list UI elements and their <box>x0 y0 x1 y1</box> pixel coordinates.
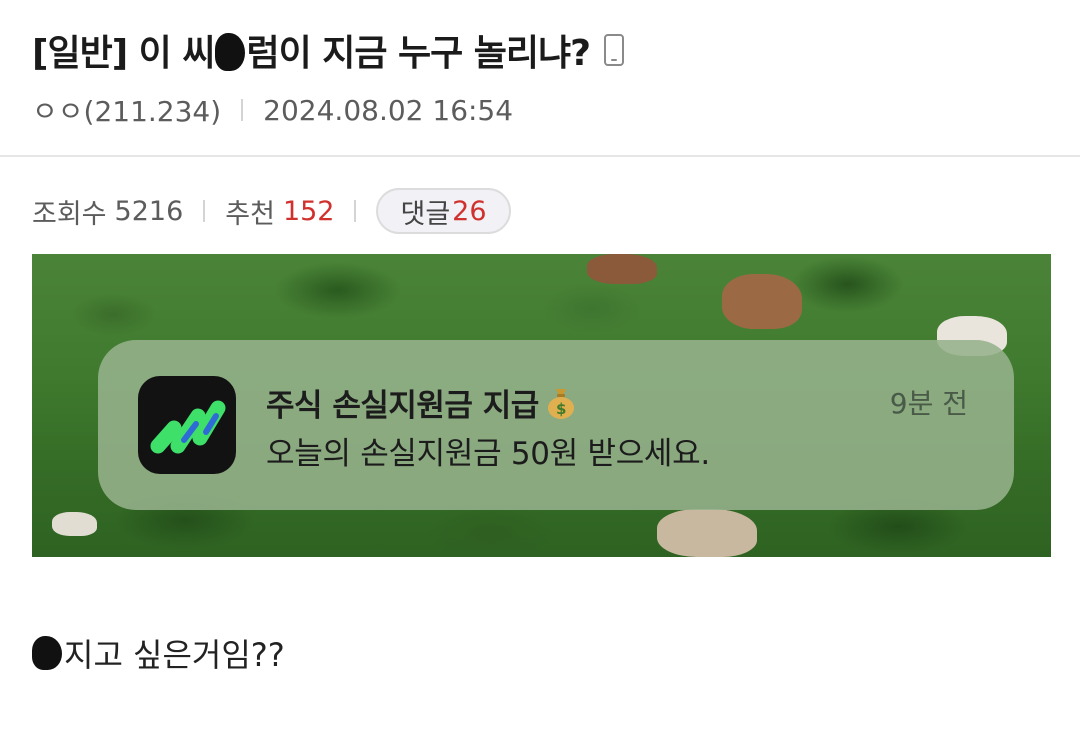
cow-figure <box>722 274 802 329</box>
stats-divider <box>354 200 357 222</box>
svg-text:$: $ <box>556 400 566 418</box>
views-label: 조회수 <box>32 198 107 230</box>
comments-label: 댓글 <box>400 198 451 230</box>
post-body-text: 지고 싶은거임?? <box>64 636 285 674</box>
author-name[interactable]: ㅇㅇ(211.234) <box>32 90 221 130</box>
recommend-count: 152 <box>282 195 335 227</box>
post-title-start: [일반] 이 씨 <box>32 33 215 74</box>
post-date: 2024.08.02 16:54 <box>263 93 514 127</box>
header-divider <box>0 155 1080 157</box>
notification-body: 오늘의 손실지원금 50원 받으세요. <box>266 436 710 472</box>
push-notification[interactable]: 주식 손실지원금 지급 $ 9분 전 오늘의 손실지원금 50원 받으세요. <box>98 340 1014 510</box>
cow-figure <box>587 254 657 284</box>
meta-divider <box>241 99 244 121</box>
cow-figure <box>657 509 757 557</box>
post-title-end: 럼이 지금 누구 놀리냐? <box>246 33 591 74</box>
stock-app-icon <box>138 376 236 474</box>
post-title-row: [일반] 이 씨 럼이 지금 누구 놀리냐? <box>32 24 1048 76</box>
cow-figure <box>52 512 97 536</box>
post-body: 지고 싶은거임?? <box>32 630 285 676</box>
post-stats: 조회수 5216 추천 152 댓글 26 <box>32 186 511 236</box>
views-count: 5216 <box>114 195 184 227</box>
comments-button[interactable]: 댓글 26 <box>376 188 511 234</box>
comments-count: 26 <box>452 195 487 227</box>
post-image: 주식 손실지원금 지급 $ 9분 전 오늘의 손실지원금 50원 받으세요. <box>32 254 1051 557</box>
notification-title-text: 주식 손실지원금 지급 <box>266 388 539 424</box>
redaction-mark <box>32 636 62 670</box>
recommend-label: 추천 <box>225 198 275 230</box>
stats-divider <box>203 200 206 222</box>
post-title: [일반] 이 씨 럼이 지금 누구 놀리냐? <box>32 24 591 76</box>
notification-time: 9분 전 <box>889 387 968 420</box>
redaction-mark <box>215 33 246 71</box>
mobile-phone-icon <box>604 34 625 66</box>
money-bag-icon: $ <box>545 386 577 420</box>
post-meta: ㅇㅇ(211.234) 2024.08.02 16:54 <box>32 90 513 130</box>
notification-title: 주식 손실지원금 지급 $ <box>266 380 577 425</box>
